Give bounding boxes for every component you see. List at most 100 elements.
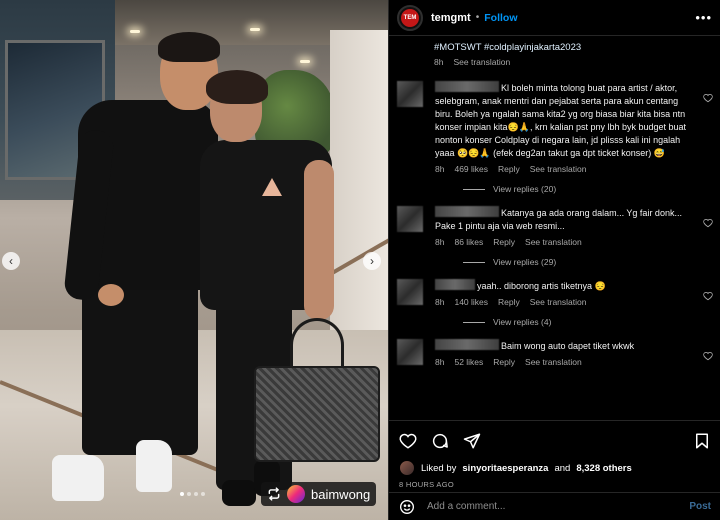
shirt-logo	[262, 178, 282, 196]
carousel-dot	[187, 492, 191, 496]
see-translation-link[interactable]: See translation	[525, 237, 582, 247]
account-avatar-logo: TEM	[401, 8, 419, 27]
see-translation-link[interactable]: See translation	[453, 57, 510, 67]
comment-time: 8h	[435, 237, 445, 247]
carousel-dot	[194, 492, 198, 496]
more-options-icon[interactable]: •••	[695, 10, 712, 25]
comment-meta: 8h 140 likes Reply See translation	[435, 297, 691, 307]
comment-time: 8h	[435, 297, 445, 307]
share-icon[interactable]	[463, 432, 481, 450]
comment-item: Kl boleh minta tolong buat para artist /…	[389, 81, 720, 174]
caption-meta: 8h See translation	[434, 57, 713, 67]
comment-body: yaah.. diborong artis tiketnya 😔	[477, 281, 606, 291]
likes-summary: Liked by sinyoritaesperanza and 8,328 ot…	[399, 460, 711, 476]
view-replies-link[interactable]: View replies (29)	[463, 257, 720, 267]
comment-meta: 8h 469 likes Reply See translation	[435, 164, 691, 174]
comment-text: yaah.. diborong artis tiketnya 😔	[435, 279, 691, 293]
carousel-dot	[201, 492, 205, 496]
commenter-avatar[interactable]	[397, 279, 423, 305]
next-photo-button[interactable]: ›	[363, 252, 381, 270]
account-username[interactable]: temgmt	[431, 12, 471, 24]
photo-light	[130, 30, 140, 33]
commenter-username[interactable]	[435, 279, 475, 290]
repost-tag[interactable]: baimwong	[261, 482, 377, 506]
comment-likes[interactable]: 86 likes	[454, 237, 483, 247]
commenter-avatar[interactable]	[397, 206, 423, 232]
comment-like-icon[interactable]	[703, 291, 713, 301]
commenter-avatar[interactable]	[397, 339, 423, 365]
see-translation-link[interactable]: See translation	[530, 164, 587, 174]
comments-list[interactable]: #MOTSWT #coldplayinjakarta2023 8h See tr…	[389, 36, 720, 420]
comment-item: Baim wong auto dapet tiket wkwk 8h 52 li…	[389, 339, 720, 367]
carousel-dot	[180, 492, 184, 496]
commenter-username[interactable]	[435, 339, 499, 350]
view-replies-link[interactable]: View replies (4)	[463, 317, 720, 327]
caption-hashtags[interactable]: #MOTSWT #coldplayinjakarta2023	[434, 42, 713, 53]
photo-light	[300, 60, 310, 63]
man-legs	[82, 280, 198, 455]
reply-link[interactable]: Reply	[493, 237, 515, 247]
commenter-username[interactable]	[435, 81, 499, 92]
tote-bag	[254, 366, 380, 462]
comment-meta: 8h 52 likes Reply See translation	[435, 357, 691, 367]
comment-like-icon[interactable]	[703, 351, 713, 361]
action-icons	[399, 429, 711, 453]
repost-icon	[268, 487, 280, 501]
post-caption: #MOTSWT #coldplayinjakarta2023 8h See tr…	[389, 36, 720, 67]
separator-dot: •	[475, 12, 480, 23]
comment-text: Baim wong auto dapet tiket wkwk	[435, 339, 691, 353]
comment-item: yaah.. diborong artis tiketnya 😔 8h 140 …	[389, 279, 720, 307]
repost-username: baimwong	[311, 486, 371, 502]
comment-text: Kl boleh minta tolong buat para artist /…	[435, 81, 691, 160]
caption-time: 8h	[434, 57, 444, 67]
repost-avatar	[287, 485, 305, 503]
photo-light	[250, 28, 260, 31]
post-panel: TEM temgmt • Follow ••• #MOTSWT #coldpla…	[388, 0, 720, 520]
comment-icon[interactable]	[431, 432, 449, 450]
follow-button[interactable]: Follow	[484, 12, 517, 24]
woman-hair	[206, 70, 268, 104]
view-replies-link[interactable]: View replies (20)	[463, 184, 720, 194]
heart-icon[interactable]	[399, 432, 417, 450]
post-photo[interactable]: ‹ › baimwong	[0, 0, 388, 520]
reply-link[interactable]: Reply	[498, 297, 520, 307]
comment-likes[interactable]: 469 likes	[454, 164, 488, 174]
account-avatar[interactable]: TEM	[397, 4, 423, 31]
post-timestamp: 8 HOURS AGO	[399, 480, 454, 489]
emoji-icon[interactable]	[399, 499, 415, 515]
commenter-avatar[interactable]	[397, 81, 423, 107]
comment-like-icon[interactable]	[703, 218, 713, 228]
sneaker	[136, 440, 172, 492]
liker-avatar[interactable]	[399, 460, 415, 476]
prev-photo-button[interactable]: ‹	[2, 252, 20, 270]
replies-line	[463, 261, 485, 263]
view-replies-label: View replies (29)	[493, 257, 557, 267]
photo-pillar	[330, 30, 388, 360]
sneaker	[52, 455, 104, 501]
comment-likes[interactable]: 140 likes	[454, 297, 488, 307]
bookmark-icon[interactable]	[693, 432, 711, 450]
comment-input[interactable]: Add a comment...	[427, 501, 677, 512]
likes-count[interactable]: 8,328 others	[576, 463, 631, 474]
post-comment-button[interactable]: Post	[689, 501, 711, 512]
comment-time: 8h	[435, 164, 445, 174]
woman-shoe	[222, 480, 256, 506]
see-translation-link[interactable]: See translation	[525, 357, 582, 367]
comment-body: Baim wong auto dapet tiket wkwk	[501, 341, 635, 351]
reply-link[interactable]: Reply	[498, 164, 520, 174]
reply-link[interactable]: Reply	[493, 357, 515, 367]
post-actions: Liked by sinyoritaesperanza and 8,328 ot…	[389, 420, 720, 489]
comment-meta: 8h 86 likes Reply See translation	[435, 237, 691, 247]
comment-like-icon[interactable]	[703, 93, 713, 103]
replies-line	[463, 188, 485, 190]
comment-text: Katanya ga ada orang dalam... Yg fair do…	[435, 206, 691, 233]
likes-and: and	[554, 462, 571, 474]
man-hand	[98, 284, 124, 306]
see-translation-link[interactable]: See translation	[530, 297, 587, 307]
commenter-username[interactable]	[435, 206, 499, 217]
post-header: TEM temgmt • Follow •••	[389, 0, 720, 36]
man-hair	[158, 32, 220, 62]
liker-username[interactable]: sinyoritaesperanza	[462, 463, 548, 474]
comment-body: Kl boleh minta tolong buat para artist /…	[435, 83, 687, 158]
comment-likes[interactable]: 52 likes	[454, 357, 483, 367]
